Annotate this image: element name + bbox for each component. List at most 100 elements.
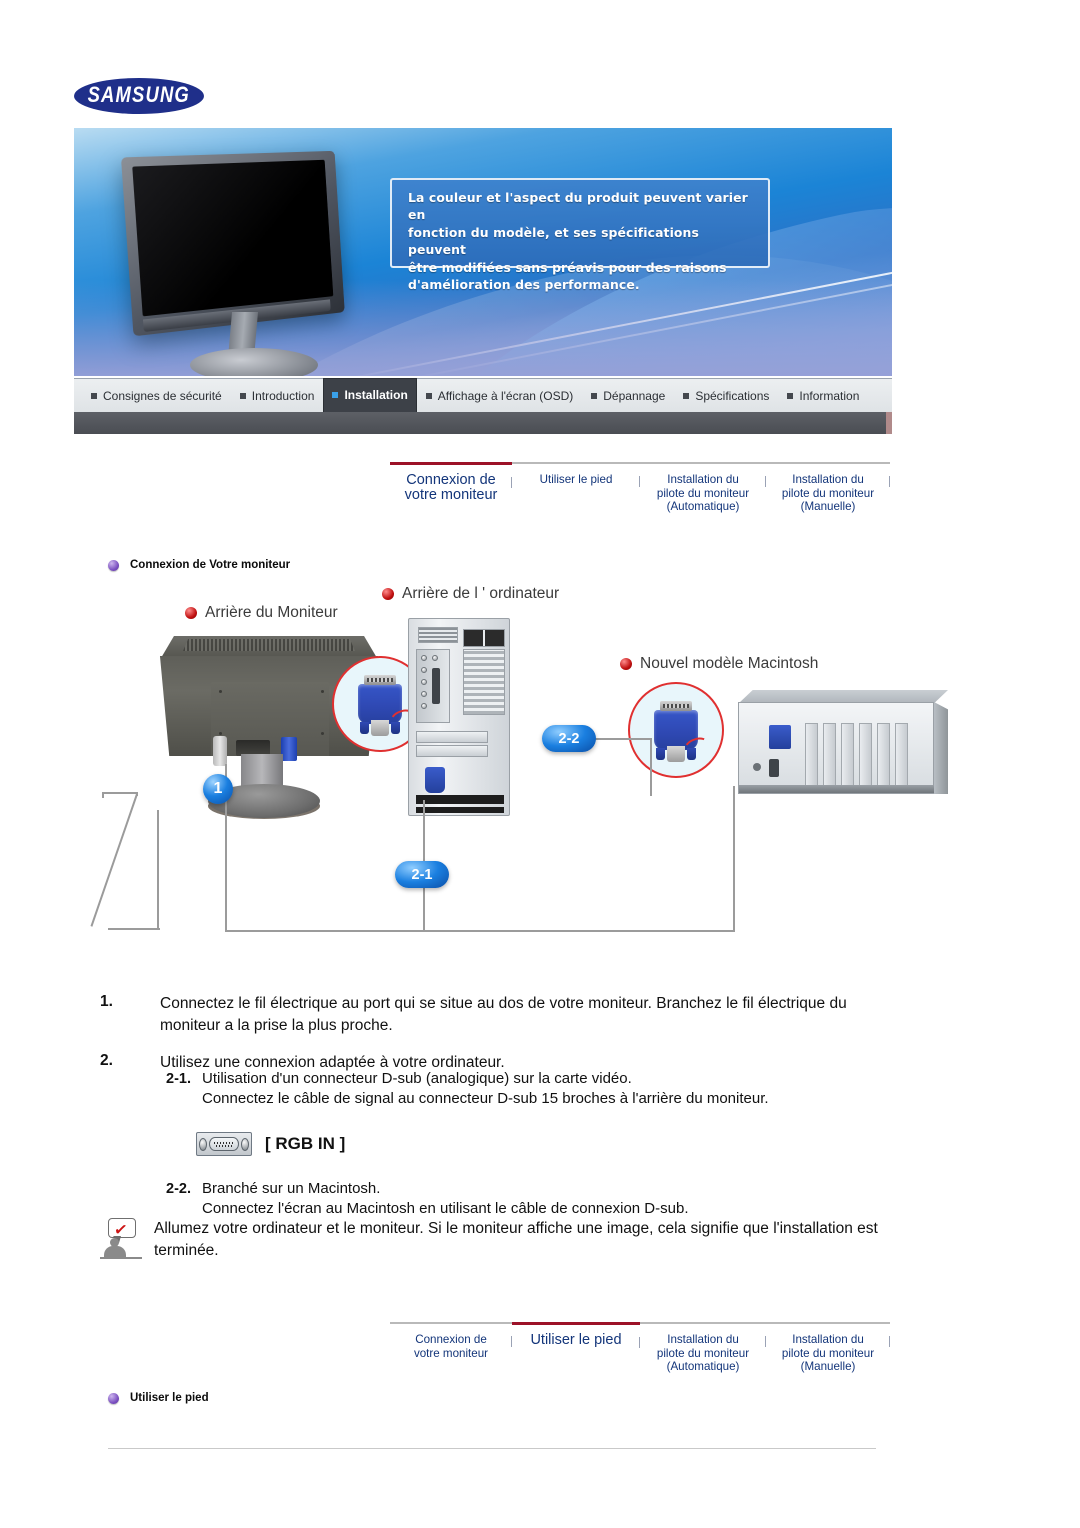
diagram-label-text: Arrière de l ' ordinateur	[402, 585, 560, 602]
notice-line-3: être modifiées sans préavis pour des rai…	[408, 259, 727, 275]
subtab-installation-pilote-automatique[interactable]: Installation du pilote du moniteur (Auto…	[640, 462, 766, 528]
pc-tower-illustration	[408, 618, 510, 816]
substep-2-1-first-line: 2-1. Utilisation d'un connecteur D-sub (a…	[166, 1070, 896, 1088]
tower-lower-bar	[416, 807, 504, 813]
bullet-square-icon	[332, 392, 339, 398]
subtab-line3: (Automatique)	[666, 1360, 740, 1374]
red-dot-icon	[620, 658, 632, 670]
nav-item-consignes-de-securite[interactable]: Consignes de sécurité	[82, 379, 231, 413]
subtab-line1: Connexion de	[415, 1333, 487, 1346]
subtab-line1: Installation du	[792, 473, 864, 486]
nav-bottom-strip	[74, 412, 892, 434]
nav-item-installation[interactable]: Installation	[323, 377, 417, 413]
mac-right-face	[934, 702, 948, 794]
vga-dshell-icon	[209, 1137, 239, 1151]
substep-2-1: 2-1. Utilisation d'un connecteur D-sub (a…	[166, 1070, 896, 1109]
vga-connector-icon	[196, 1132, 252, 1156]
subtab-connexion-de-votre-moniteur[interactable]: Connexion de votre moniteur	[390, 462, 512, 528]
subtab-installation-pilote-manuelle[interactable]: Installation du pilote du moniteur (Manu…	[766, 462, 890, 528]
subtab-bottom-installation-pilote-manuelle[interactable]: Installation du pilote du moniteur (Manu…	[766, 1322, 890, 1388]
samsung-logo: SAMSUNG	[74, 78, 204, 114]
subtab-line2: pilote du moniteur	[656, 1346, 750, 1360]
bullet-square-icon	[591, 392, 598, 399]
notice-line-1: La couleur et l'aspect du produit peuven…	[408, 190, 748, 223]
tower-dsub-connector	[425, 767, 445, 793]
substep-2-2: 2-2. Branché sur un Macintosh. Connectez …	[166, 1180, 896, 1219]
logo-text: SAMSUNG	[87, 83, 191, 108]
subtab-bottom-installation-pilote-automatique[interactable]: Installation du pilote du moniteur (Auto…	[640, 1322, 766, 1388]
section-heading-utiliser-le-pied: Utiliser le pied	[108, 1392, 209, 1404]
mac-port-icon	[769, 759, 779, 777]
screw-icon	[321, 732, 324, 735]
nav-item-specifications[interactable]: Spécifications	[674, 379, 778, 413]
subtab-line1: Connexion de	[406, 472, 496, 488]
badge-2-2-stem	[650, 738, 652, 796]
dsub-pin-head	[364, 675, 396, 685]
substep-text-line2: Connectez l'écran au Macintosh en utilis…	[202, 1200, 689, 1217]
subtab-bottom-connexion-de-votre-moniteur[interactable]: Connexion de votre moniteur	[390, 1322, 512, 1388]
connection-diagram: Arrière du Moniteur Arrière de l ' ordin…	[90, 578, 948, 968]
nav-item-affichage-osd[interactable]: Affichage à l'écran (OSD)	[417, 379, 582, 413]
red-dot-icon	[382, 588, 394, 600]
note-row: ✓ Allumez votre ordinateur et le moniteu…	[100, 1218, 890, 1262]
dsub-leg-left	[656, 748, 665, 760]
dsub-pin-head	[660, 701, 692, 711]
io-port-icon	[421, 667, 427, 673]
hero-banner: La couleur et l'aspect du produit peuven…	[74, 128, 892, 376]
cable-diagonal	[90, 793, 138, 927]
tower-vent	[418, 627, 458, 643]
subtab-utiliser-le-pied[interactable]: Utiliser le pied	[512, 462, 640, 528]
subtab-line2: pilote du moniteur	[781, 486, 875, 500]
person-body-icon	[104, 1246, 126, 1257]
subtab-bottom-utiliser-le-pied[interactable]: Utiliser le pied	[512, 1322, 640, 1388]
bullet-square-icon	[683, 392, 690, 399]
substep-text-line2: Connectez le câble de signal au connecte…	[202, 1090, 769, 1107]
io-port-icon	[421, 703, 427, 709]
purple-bullet-icon	[108, 559, 119, 571]
nav-label: Affichage à l'écran (OSD)	[437, 388, 574, 403]
diagram-label-macintosh: Nouvel modèle Macintosh	[620, 655, 818, 673]
subtab-line2: votre moniteur	[404, 487, 498, 503]
mac-port-icon	[753, 763, 761, 771]
cable-power-vertical	[157, 810, 159, 930]
tower-dsub-port	[432, 668, 440, 704]
tower-fan-grille	[463, 649, 505, 715]
mac-dsub-connector	[769, 725, 791, 749]
badge-2-2-arm	[595, 738, 651, 740]
subtab-line1: Installation du	[667, 1333, 739, 1346]
badge-step-1: 1	[203, 774, 233, 804]
instruction-number: 2.	[100, 1052, 113, 1069]
monitor-photo	[102, 150, 432, 376]
badge-step-2-2: 2-2	[542, 725, 596, 752]
section-heading-connexion: Connexion de Votre moniteur	[108, 559, 290, 571]
nav-label: Installation	[344, 388, 408, 402]
purple-bullet-icon	[108, 1392, 119, 1404]
nav-label: Introduction	[251, 388, 315, 403]
dsub-cable-stub	[371, 720, 389, 736]
subtab-line1: Installation du	[792, 1333, 864, 1346]
instruction-text: Connectez le fil électrique au port qui …	[160, 995, 847, 1034]
product-notice-box: La couleur et l'aspect du produit peuven…	[390, 178, 770, 292]
cable-plug-edge	[102, 792, 104, 798]
person-baseline-icon	[100, 1257, 142, 1259]
nav-label: Consignes de sécurité	[103, 388, 222, 403]
diagram-label-text: Nouvel modèle Macintosh	[640, 655, 819, 672]
bullet-square-icon	[91, 392, 97, 399]
subtab-line2: votre moniteur	[413, 1346, 489, 1360]
cable-signal-to-mac	[423, 930, 735, 932]
instruction-row-1: 1. Connectez le fil électrique au port q…	[100, 993, 890, 1036]
nav-item-information[interactable]: Information	[778, 379, 868, 413]
callout-mac-dsub	[628, 682, 724, 778]
note-person-icon: ✓	[100, 1218, 142, 1262]
bullet-square-icon	[787, 392, 794, 399]
badge-step-2-1: 2-1	[395, 861, 449, 888]
vga-screw-right-icon	[241, 1137, 249, 1151]
subtab-line1: Installation du	[667, 473, 739, 486]
nav-item-depannage[interactable]: Dépannage	[582, 379, 674, 413]
logo-ellipse: SAMSUNG	[74, 78, 204, 114]
subtab-line3: (Manuelle)	[800, 500, 856, 514]
monitor-rear-panel	[211, 682, 329, 756]
mac-expansion-slot	[841, 723, 854, 789]
nav-item-introduction[interactable]: Introduction	[231, 379, 324, 413]
subtabs-bottom: Connexion de votre moniteur Utiliser le …	[390, 1322, 890, 1388]
